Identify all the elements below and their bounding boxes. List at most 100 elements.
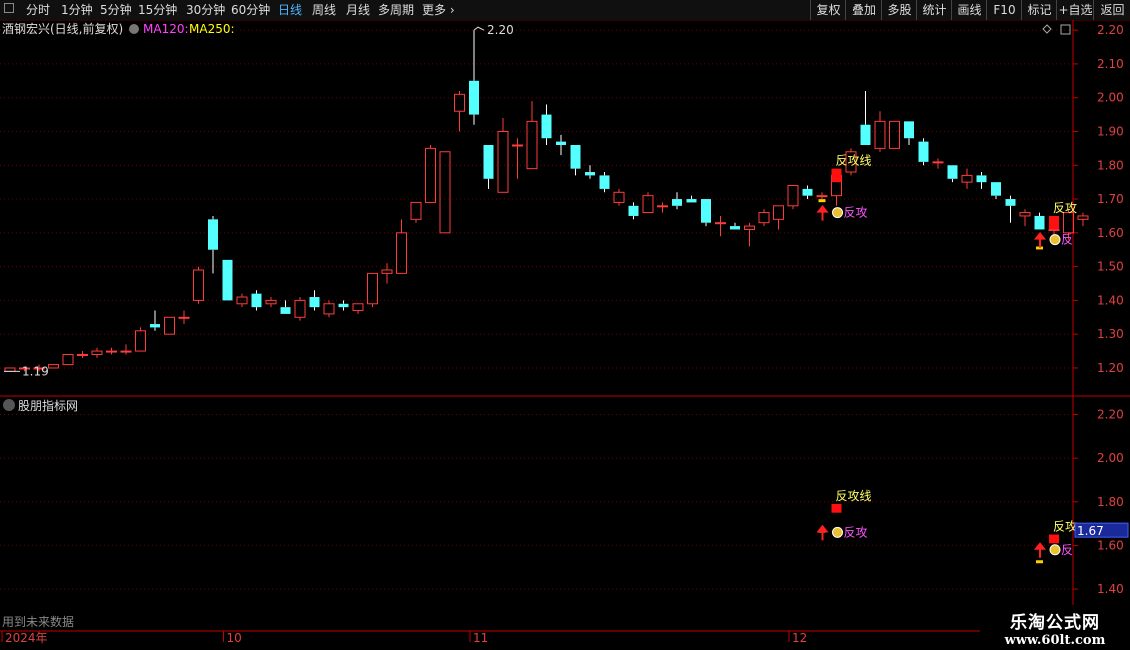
main-tick-label-4: 1.60 xyxy=(1097,226,1124,240)
candle-body-64 xyxy=(932,161,944,164)
period-tab-9[interactable]: 多周期 xyxy=(378,0,414,20)
candle-body-44 xyxy=(642,195,654,214)
candle-body-60 xyxy=(874,120,886,149)
sub-signal-arrow-icon-1 xyxy=(1033,542,1047,558)
main-money-bag-icon-0 xyxy=(832,207,843,219)
candle-71 xyxy=(1034,212,1045,230)
candle-body-24 xyxy=(352,303,364,312)
main-signal-sublabel-1: 反 xyxy=(1061,233,1073,247)
sub-signal-sublabel-0: 反攻 xyxy=(844,525,868,539)
period-toolbar: 分时 1分钟 5分钟 15分钟 30分钟 60分钟 日线 周线 月线 多周期 更多 › 复权 叠加 多股统… xyxy=(0,0,1130,21)
menu-toggle-icon[interactable] xyxy=(4,3,14,13)
candle-48 xyxy=(701,199,711,227)
candle-body-62 xyxy=(904,121,914,139)
candle-43 xyxy=(628,202,639,220)
candle-body-22 xyxy=(323,303,335,315)
sub-signal-sublabel-1: 反 xyxy=(1061,543,1073,557)
main-signal-arrow-icon-0 xyxy=(816,204,829,221)
sub-signal-dash-1 xyxy=(1036,560,1043,564)
candle-body-69 xyxy=(1005,199,1016,206)
main-tick-label-9: 2.10 xyxy=(1097,57,1124,71)
candle-25 xyxy=(367,272,378,308)
main-tick-label-3: 1.50 xyxy=(1097,260,1124,274)
period-tab-8[interactable]: 月线 xyxy=(346,0,370,20)
main-tick-label-2: 1.40 xyxy=(1097,293,1124,307)
candle-body-43 xyxy=(628,205,639,216)
period-tab-3[interactable]: 15分钟 xyxy=(138,0,177,20)
period-tab-2[interactable]: 5分钟 xyxy=(100,0,132,20)
candle-body-50 xyxy=(730,226,740,230)
candle-13 xyxy=(193,266,204,304)
candle-body-52 xyxy=(758,212,770,224)
candle-7 xyxy=(106,347,117,355)
main-tick-label-7: 1.90 xyxy=(1097,124,1124,138)
candle-body-41 xyxy=(599,175,610,189)
period-tab-7[interactable]: 周线 xyxy=(312,0,336,20)
candle-body-65 xyxy=(947,165,958,179)
toolbar-button-7[interactable]: +自选 xyxy=(1056,0,1094,20)
period-tab-4[interactable]: 30分钟 xyxy=(186,0,225,20)
candle-33 xyxy=(483,145,494,189)
toolbar-button-1[interactable]: 叠加 xyxy=(845,0,882,20)
candle-5 xyxy=(77,351,88,358)
candle-body-55 xyxy=(802,188,813,196)
toolbar-button-8[interactable]: 返回 xyxy=(1093,0,1130,20)
main-signal-bar-0 xyxy=(831,168,842,183)
time-tick-label-3: 12 xyxy=(792,631,807,645)
toolbar-button-2[interactable]: 多股 xyxy=(881,0,917,20)
main-signal-sublabel-0: 反攻 xyxy=(844,206,868,220)
candle-17 xyxy=(251,290,262,311)
sub-tick-label-4: 2.20 xyxy=(1097,407,1124,421)
sub-signal-bar-1 xyxy=(1049,534,1059,544)
toolbar-button-6[interactable]: 标记 xyxy=(1021,0,1057,20)
period-tab-10[interactable]: 更多 › xyxy=(422,0,455,20)
candle-8 xyxy=(120,344,132,355)
candle-10 xyxy=(150,310,160,331)
candle-62 xyxy=(904,121,914,145)
candle-65 xyxy=(947,165,958,183)
candle-body-19 xyxy=(280,307,291,314)
candle-body-71 xyxy=(1034,215,1045,230)
candle-body-10 xyxy=(150,324,160,328)
candle-body-61 xyxy=(889,120,900,149)
candle-61 xyxy=(889,120,900,149)
watermark-name: 乐淘公式网 xyxy=(1010,613,1100,633)
candle-20 xyxy=(294,297,306,321)
current-value-label: 1.67 xyxy=(1077,524,1104,538)
candle-body-40 xyxy=(585,172,595,176)
candle-74 xyxy=(1077,212,1089,227)
time-tick-label-1: 10 xyxy=(227,631,242,645)
candle-body-23 xyxy=(338,303,349,308)
candle-body-18 xyxy=(265,299,277,305)
sub-tick-label-1: 1.60 xyxy=(1097,538,1124,552)
candle-16 xyxy=(236,293,248,308)
candle-body-35 xyxy=(512,144,523,147)
candle-34 xyxy=(497,117,509,193)
sub-panel-title: 股朋指标网 xyxy=(18,398,78,413)
main-signal-label-1: 反攻 xyxy=(1053,201,1077,215)
candle-body-66 xyxy=(961,174,973,183)
toolbar-button-0[interactable]: 复权 xyxy=(810,0,846,20)
toolbar-button-5[interactable]: F10 xyxy=(986,0,1022,20)
candle-55 xyxy=(802,185,813,200)
candle-67 xyxy=(976,172,987,189)
toolbar-button-3[interactable]: 统计 xyxy=(916,0,952,20)
candle-body-14 xyxy=(208,219,218,250)
period-tab-6[interactable]: 日线 xyxy=(278,0,302,20)
period-tab-1[interactable]: 1分钟 xyxy=(61,0,93,20)
candle-64 xyxy=(932,158,944,169)
toolbar-button-4[interactable]: 画线 xyxy=(951,0,987,20)
candle-body-0 xyxy=(4,367,16,372)
candle-11 xyxy=(164,316,175,335)
period-tab-5[interactable]: 60分钟 xyxy=(231,0,270,20)
candle-37 xyxy=(541,104,552,145)
candle-21 xyxy=(309,290,320,311)
candle-body-53 xyxy=(773,205,784,220)
main-tick-label-6: 1.80 xyxy=(1097,158,1124,172)
sub-panel-toggle-icon[interactable] xyxy=(3,399,15,411)
candle-body-73 xyxy=(1063,212,1074,234)
candle-body-8 xyxy=(120,350,132,353)
candle-42 xyxy=(613,188,625,206)
candle-body-74 xyxy=(1077,215,1089,220)
period-tab-0[interactable]: 分时 xyxy=(26,0,50,20)
